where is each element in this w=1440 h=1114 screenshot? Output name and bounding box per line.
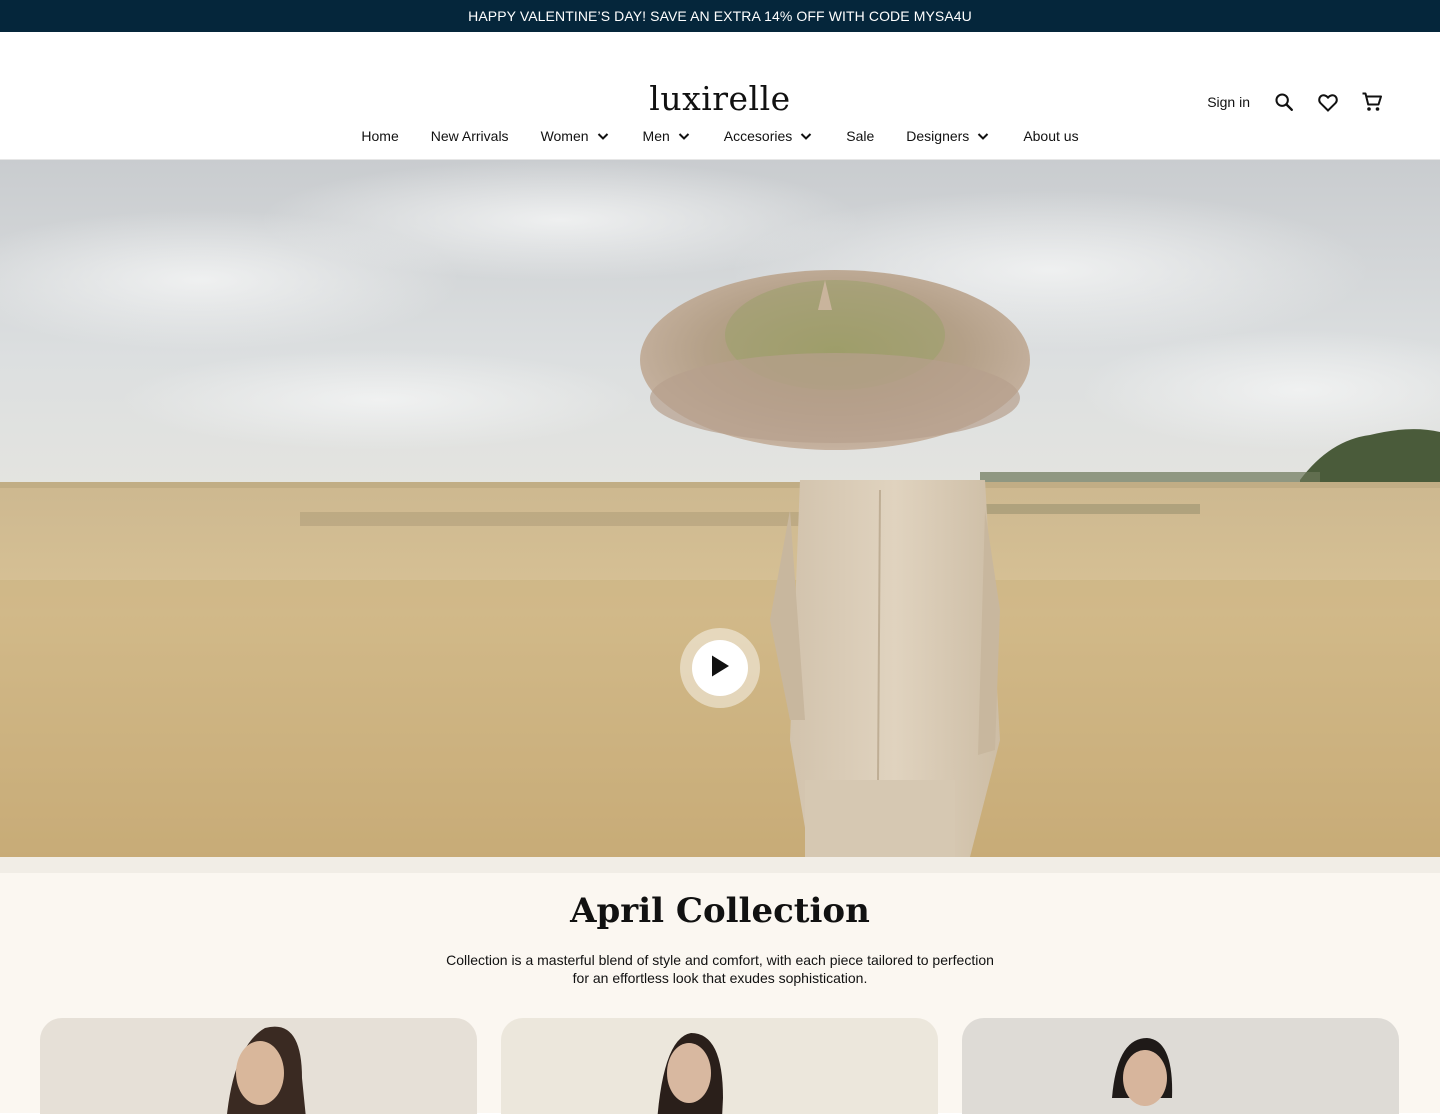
chevron-down-icon: [595, 128, 611, 144]
search-icon[interactable]: [1272, 90, 1296, 114]
nav-label: Men: [642, 128, 670, 144]
product-image: [962, 1018, 1399, 1114]
nav-item-women[interactable]: Women: [525, 126, 627, 146]
section-description: Collection is a masterful blend of style…: [440, 951, 1000, 987]
chevron-down-icon: [975, 128, 991, 144]
product-cards: [40, 1018, 1399, 1114]
chevron-down-icon: [676, 128, 692, 144]
april-collection-section: April Collection Collection is a masterf…: [0, 857, 1440, 1114]
nav-item-home[interactable]: Home: [345, 126, 414, 146]
announcement-bar: HAPPY VALENTINE’S DAY! SAVE AN EXTRA 14%…: [0, 0, 1440, 32]
nav-item-sale[interactable]: Sale: [830, 126, 890, 146]
nav-item-about-us[interactable]: About us: [1007, 126, 1094, 146]
nav-label: New Arrivals: [430, 128, 509, 144]
nav-label: About us: [1023, 128, 1079, 144]
sign-in-link[interactable]: Sign in: [1207, 94, 1250, 110]
play-button[interactable]: [680, 628, 760, 708]
product-image: [501, 1018, 938, 1114]
announcement-text: HAPPY VALENTINE’S DAY! SAVE AN EXTRA 14%…: [468, 8, 972, 24]
product-card[interactable]: [501, 1018, 938, 1114]
chevron-down-icon: [798, 128, 814, 144]
nav-label: Women: [540, 128, 589, 144]
product-card[interactable]: [40, 1018, 477, 1114]
section-title: April Collection: [570, 891, 870, 931]
play-icon: [709, 654, 731, 683]
nav-item-men[interactable]: Men: [627, 126, 708, 146]
brand-logo-text: luxirelle: [649, 79, 791, 118]
hero-image: [0, 160, 1440, 857]
site-header: luxirelle Sign in Home New Arrivals Wome…: [0, 32, 1440, 160]
header-actions: Sign in: [1207, 90, 1384, 114]
description-line-1: Collection is a masterful blend of style…: [446, 952, 994, 968]
nav-label: Accesories: [723, 128, 793, 144]
nav-item-designers[interactable]: Designers: [890, 126, 1007, 146]
heart-icon[interactable]: [1316, 90, 1340, 114]
description-line-2: for an effortless look that exudes sophi…: [572, 970, 868, 986]
nav-label: Home: [361, 128, 399, 144]
product-card[interactable]: [962, 1018, 1399, 1114]
cart-icon[interactable]: [1360, 90, 1384, 114]
main-nav: Home New Arrivals Women Men Accesories S…: [0, 126, 1440, 146]
nav-label: Sale: [846, 128, 875, 144]
nav-item-new-arrivals[interactable]: New Arrivals: [415, 126, 525, 146]
nav-item-accesories[interactable]: Accesories: [708, 126, 830, 146]
nav-label: Designers: [906, 128, 970, 144]
play-button-inner: [692, 640, 748, 696]
product-image: [40, 1018, 477, 1114]
hero-video[interactable]: [0, 160, 1440, 857]
